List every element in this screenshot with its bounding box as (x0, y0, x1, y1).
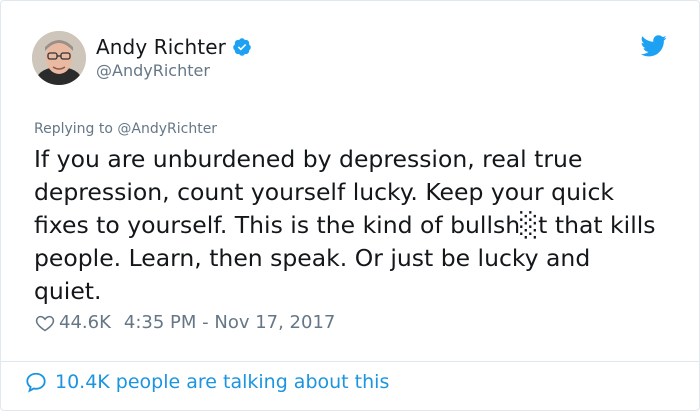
tweet-timestamp[interactable]: 4:35 PM - Nov 17, 2017 (124, 312, 335, 333)
tweet-card: Andy Richter @AndyRichter Replying to @A… (0, 0, 700, 411)
author-display-name[interactable]: Andy Richter (96, 35, 226, 59)
conversation-link[interactable]: 10.4K people are talking about this (25, 371, 389, 393)
tweet-text: If you are unburdened by depression, rea… (34, 145, 656, 305)
twitter-bird-icon[interactable] (640, 35, 667, 57)
author-info: Andy Richter @AndyRichter (96, 33, 252, 80)
heart-icon[interactable] (35, 313, 55, 333)
tweet-meta: 44.6K 4:35 PM - Nov 17, 2017 (35, 312, 335, 333)
footer-divider (1, 361, 699, 362)
like-count[interactable]: 44.6K (59, 312, 111, 333)
conversation-count[interactable]: 10.4K people are talking about this (55, 371, 389, 393)
replying-mention-link[interactable]: @AndyRichter (117, 121, 217, 137)
avatar[interactable] (32, 31, 86, 85)
verified-badge-icon (232, 37, 252, 57)
replying-to-line: Replying to @AndyRichter (34, 121, 217, 137)
tweet-header: Andy Richter @AndyRichter (32, 31, 672, 91)
author-handle[interactable]: @AndyRichter (96, 61, 252, 80)
replying-label: Replying to (34, 121, 113, 137)
author-name-row: Andy Richter (96, 33, 252, 61)
speech-bubble-icon (25, 371, 47, 393)
avatar-image (32, 31, 86, 85)
